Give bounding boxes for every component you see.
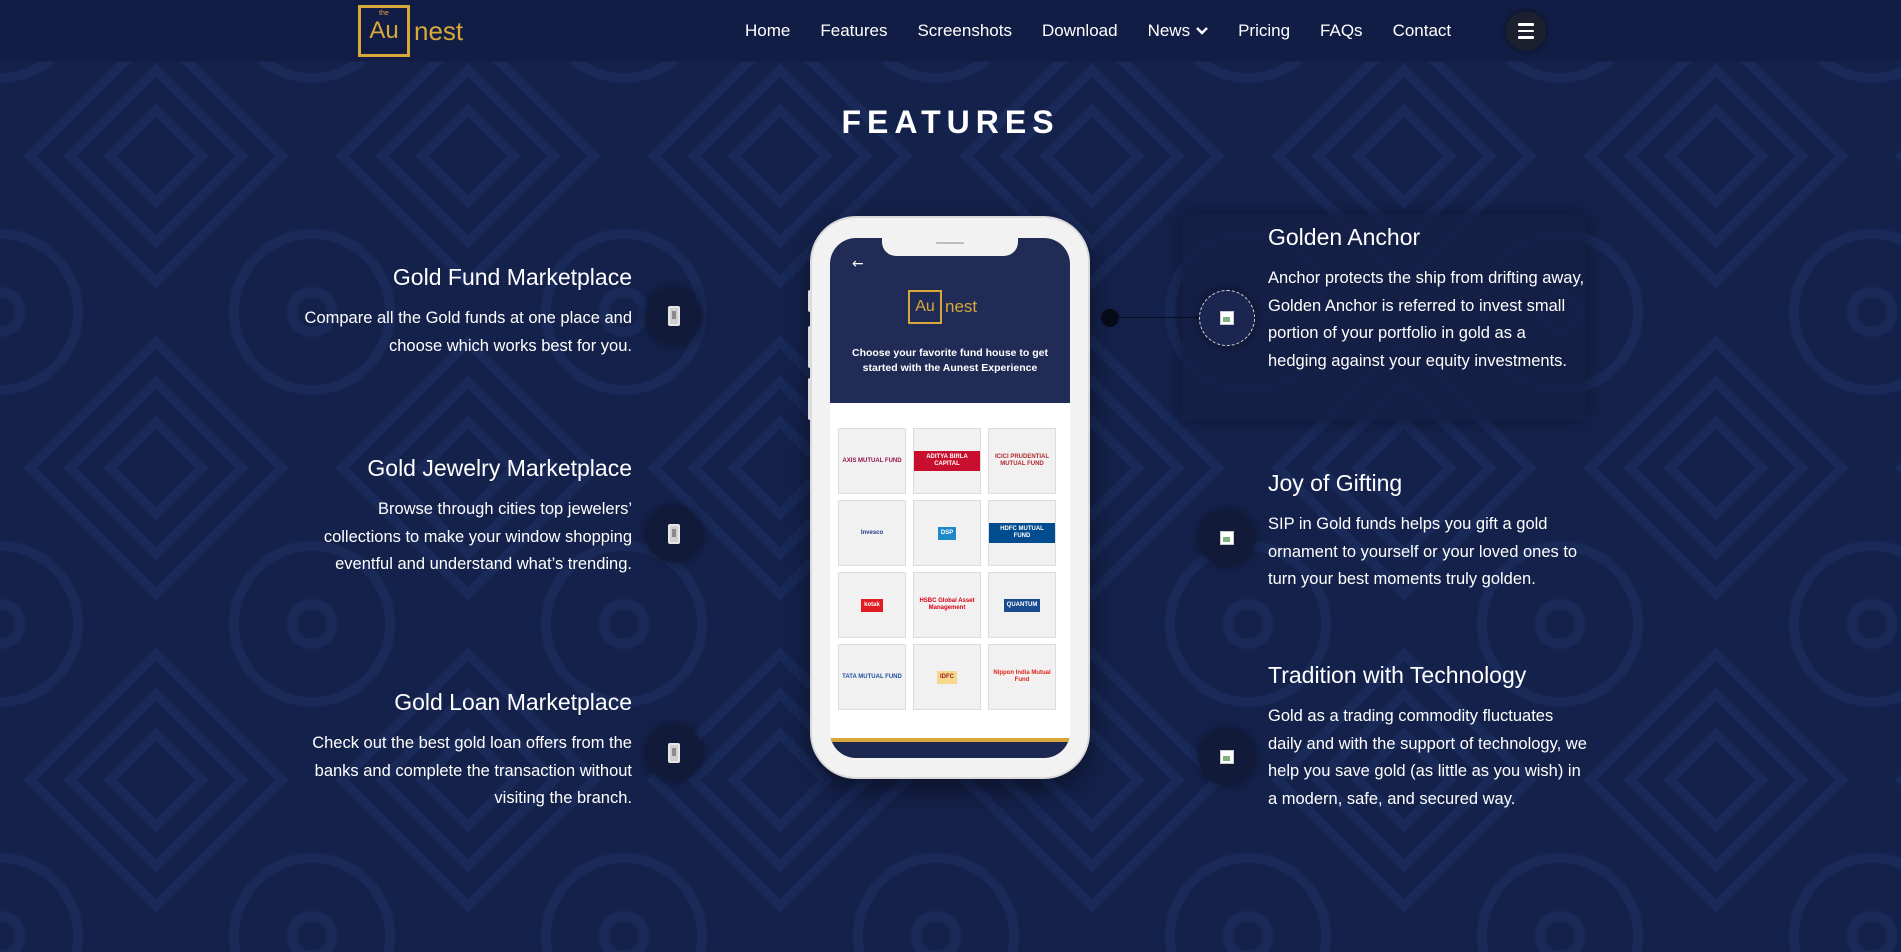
feature-icon-golden-anchor (1199, 290, 1255, 346)
fund-house-logo: DSP (937, 526, 957, 540)
feature-golden-anchor: Golden Anchor Anchor protects the ship f… (1268, 224, 1588, 375)
phone-button (808, 378, 812, 420)
image-icon (1220, 531, 1234, 545)
fund-house-grid: AXIS MUTUAL FUND ADITYA BIRLA CAPITAL ICIC… (838, 428, 1064, 710)
fund-house-logo: kotak (861, 598, 883, 612)
fund-house-tile[interactable]: QUANTUM (988, 572, 1056, 638)
fund-house-logo: ICICI PRUDENTIAL MUTUAL FUND (989, 451, 1055, 471)
logo-mark: the Au (358, 5, 410, 57)
fund-house-tile[interactable]: Nippon India Mutual Fund (988, 644, 1056, 710)
nav-faqs[interactable]: FAQs (1320, 21, 1363, 41)
fund-house-tile[interactable]: kotak (838, 572, 906, 638)
feature-icon-tradition-technology (1199, 729, 1255, 785)
feature-title: Golden Anchor (1268, 224, 1421, 250)
phone-icon (668, 306, 680, 326)
connector-line (1110, 317, 1200, 318)
fund-house-logo: QUANTUM (1003, 598, 1041, 612)
screen-tagline: Choose your favorite fund house to get s… (851, 347, 1048, 374)
nav-contact[interactable]: Contact (1393, 21, 1452, 41)
feature-title: Gold Fund Marketplace (392, 264, 632, 290)
fund-house-tile[interactable]: ADITYA BIRLA CAPITAL (913, 428, 981, 494)
fund-house-tile[interactable]: Invesco (838, 500, 906, 566)
feature-text: Browse through cities top jewelers’ coll… (323, 500, 632, 573)
feature-text: Check out the best gold loan offers from… (312, 734, 632, 807)
fund-house-logo: ADITYA BIRLA CAPITAL (914, 451, 980, 471)
feature-gold-loan: Gold Loan Marketplace Check out the best… (300, 689, 632, 813)
image-icon (1220, 311, 1234, 325)
feature-icon-joy-of-gifting (1199, 510, 1255, 566)
phone-icon (668, 524, 680, 544)
screen-header: ← Au nest Choose your favorite fund hous… (830, 238, 1070, 403)
screen-footer (830, 738, 1070, 758)
fund-house-tile[interactable]: HSBC Global Asset Management (913, 572, 981, 638)
feature-title: Gold Loan Marketplace (394, 689, 632, 715)
feature-gold-fund: Gold Fund Marketplace Compare all the Go… (300, 264, 632, 360)
hamburger-icon (1518, 23, 1534, 39)
hamburger-menu-button[interactable] (1506, 11, 1546, 51)
fund-house-logo: AXIS MUTUAL FUND (839, 454, 905, 468)
fund-house-logo: HDFC MUTUAL FUND (989, 523, 1055, 543)
nav-screenshots[interactable]: Screenshots (917, 21, 1012, 41)
feature-title: Tradition with Technology (1268, 662, 1527, 688)
feature-icon-gold-loan (646, 725, 702, 781)
nav-news-label: News (1147, 21, 1191, 40)
feature-gold-jewelry: Gold Jewelry Marketplace Browse through … (300, 455, 632, 579)
nav-features[interactable]: Features (820, 21, 887, 41)
feature-joy-of-gifting: Joy of Gifting SIP in Gold funds helps y… (1268, 470, 1588, 594)
fund-house-logo: Nippon India Mutual Fund (989, 667, 1055, 687)
brand-logo[interactable]: the Au nest (358, 5, 468, 57)
feature-text: Gold as a trading commodity fluctuates d… (1268, 707, 1587, 808)
fund-house-tile[interactable]: HDFC MUTUAL FUND (988, 500, 1056, 566)
fund-house-tile[interactable]: TATA MUTUAL FUND (838, 644, 906, 710)
chevron-down-icon (1196, 24, 1208, 38)
main-nav: Home Features Screenshots Download News … (745, 0, 1481, 62)
connector-dot (1101, 309, 1119, 327)
nav-news[interactable]: News (1148, 21, 1209, 41)
feature-icon-gold-fund (646, 288, 702, 344)
feature-title: Joy of Gifting (1268, 470, 1403, 496)
image-icon (1220, 750, 1234, 764)
feature-title: Gold Jewelry Marketplace (367, 455, 632, 481)
logo-prefix: the (379, 10, 389, 17)
fund-house-tile[interactable]: IDFC (913, 644, 981, 710)
feature-text: SIP in Gold funds helps you gift a gold … (1268, 515, 1578, 588)
phone-icon (668, 743, 680, 763)
phone-screen: ← Au nest Choose your favorite fund hous… (830, 238, 1070, 758)
screen-logo: Au nest (908, 290, 977, 324)
fund-house-logo: TATA MUTUAL FUND (839, 670, 905, 684)
logo-suffix: nest (414, 15, 464, 46)
fund-house-tile[interactable]: DSP (913, 500, 981, 566)
nav-download[interactable]: Download (1042, 21, 1118, 41)
fund-house-tile[interactable]: ICICI PRUDENTIAL MUTUAL FUND (988, 428, 1056, 494)
logo-box-text: Au (369, 17, 399, 44)
fund-house-logo: HSBC Global Asset Management (914, 595, 980, 615)
phone-button (808, 290, 812, 312)
feature-text: Anchor protects the ship from drifting a… (1268, 269, 1585, 370)
nav-pricing[interactable]: Pricing (1238, 21, 1290, 41)
feature-text: Compare all the Gold funds at one place … (304, 309, 632, 355)
feature-tradition-technology: Tradition with Technology Gold as a trad… (1268, 662, 1588, 813)
fund-house-logo: Invesco (857, 526, 887, 540)
fund-house-tile[interactable]: AXIS MUTUAL FUND (838, 428, 906, 494)
phone-button (808, 326, 812, 368)
screen-logo-suffix: nest (945, 297, 978, 316)
phone-mockup: ← Au nest Choose your favorite fund hous… (808, 218, 1088, 777)
arrow-left-icon[interactable]: ← (852, 256, 864, 272)
feature-icon-gold-jewelry (646, 506, 702, 562)
screen-logo-mark: Au (908, 290, 942, 324)
nav-home[interactable]: Home (745, 21, 790, 41)
fund-house-logo: IDFC (937, 670, 957, 684)
phone-notch (882, 238, 1018, 256)
section-title: FEATURES (841, 104, 1060, 140)
site-header: the Au nest Home Features Screenshots Do… (0, 0, 1901, 62)
